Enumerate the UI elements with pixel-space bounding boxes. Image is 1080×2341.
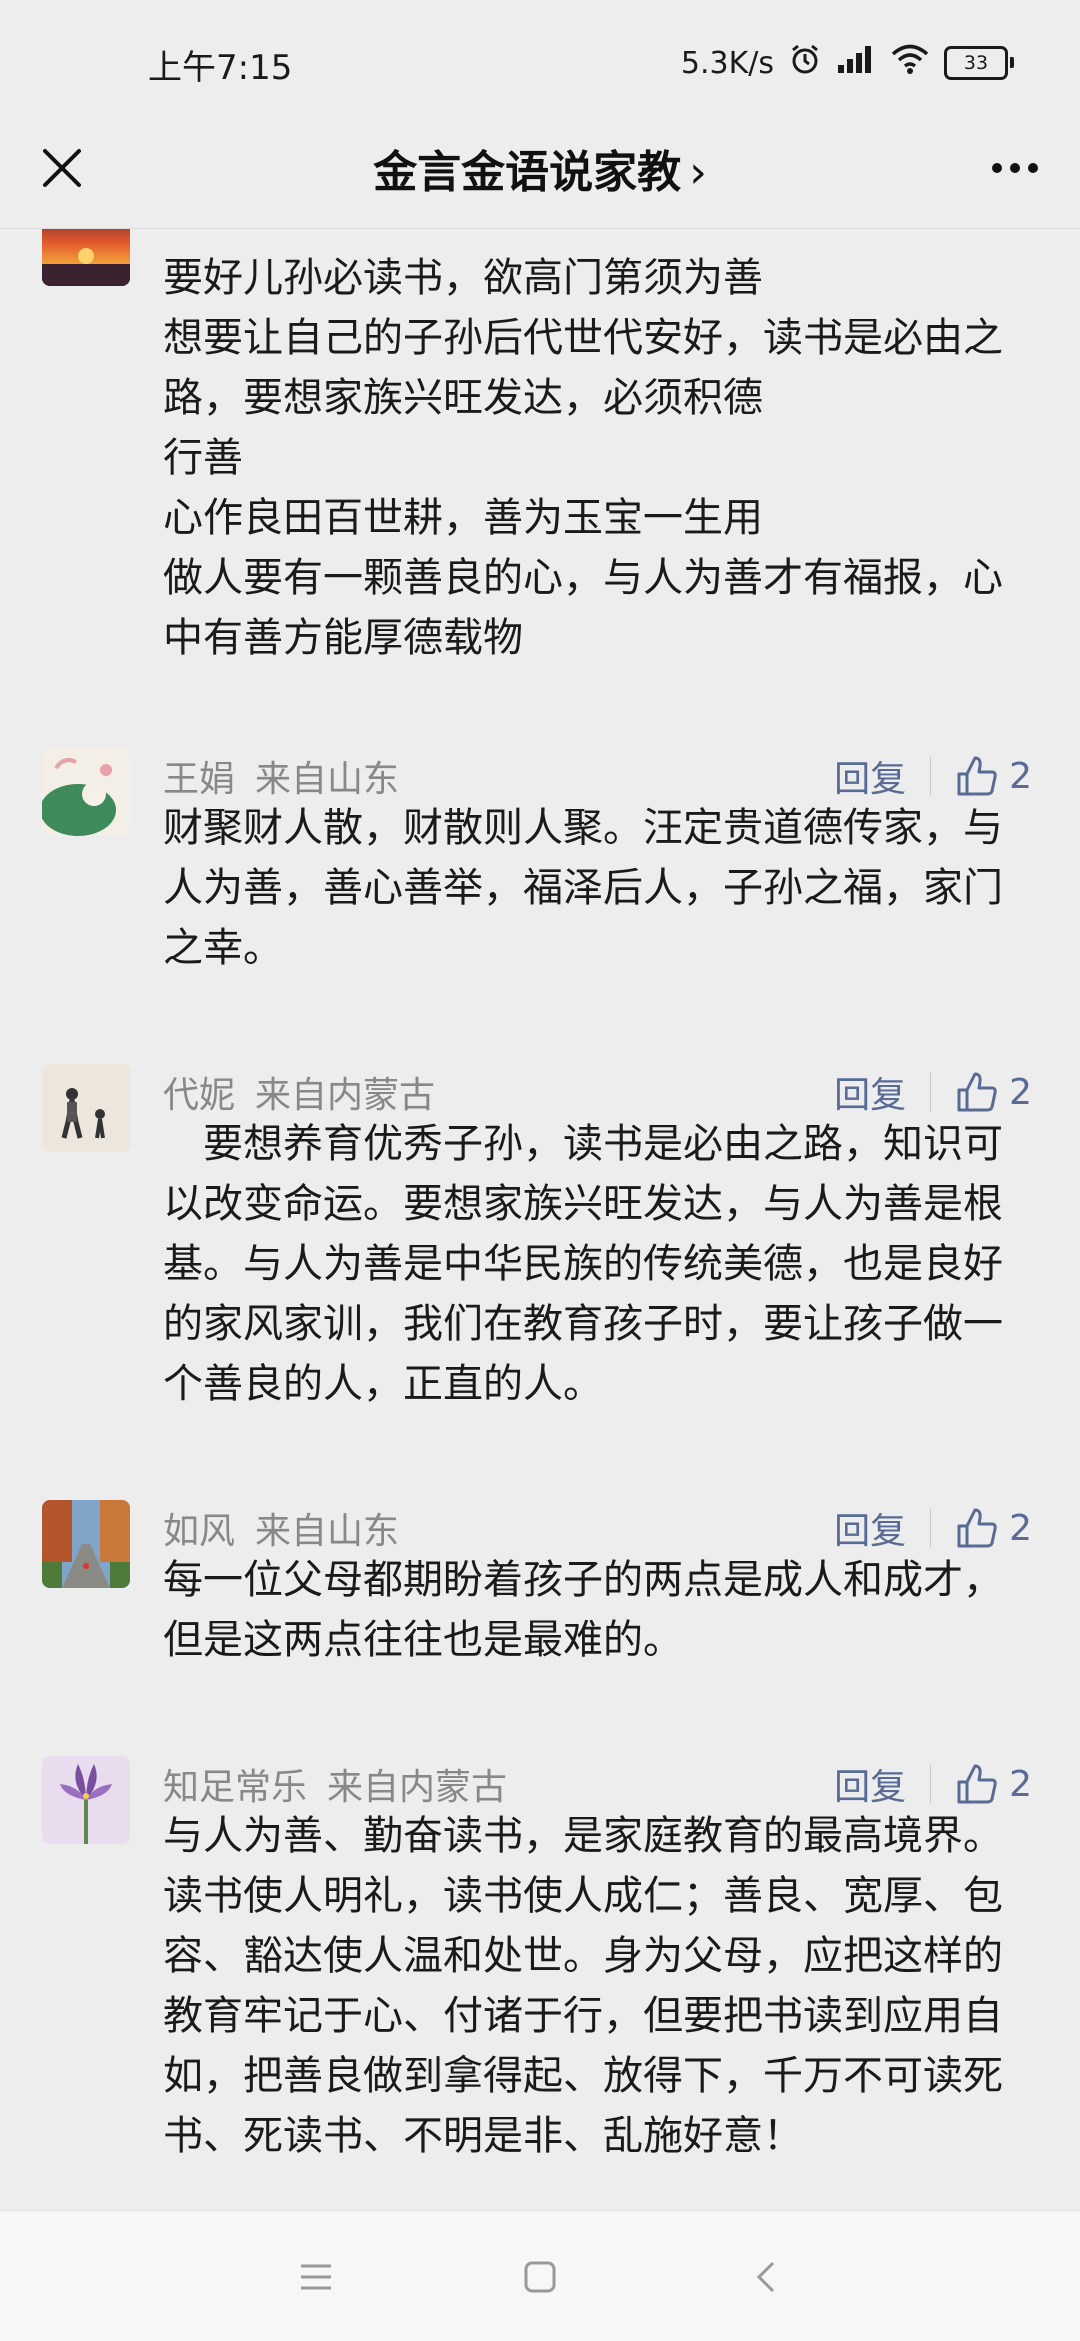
more-icon — [992, 163, 1038, 173]
network-speed: 5.3K/s — [680, 45, 774, 81]
thumbs-up-icon — [957, 1508, 997, 1548]
comment-text: 要想养育优秀子孙，读书是必由之路，知识可以改变命运。要想家族兴旺发达，与人为善是… — [163, 1121, 1003, 1407]
battery-icon: 33 — [944, 46, 1014, 80]
thumbs-up-icon — [957, 1764, 997, 1804]
reply-button[interactable]: 回复 — [834, 1066, 906, 1118]
avatar[interactable] — [42, 228, 130, 286]
more-button[interactable] — [980, 136, 1050, 200]
back-icon — [756, 2261, 775, 2293]
avatar[interactable] — [42, 1756, 130, 1844]
avatar[interactable] — [42, 1500, 130, 1588]
nav-back-button[interactable] — [736, 2247, 796, 2307]
divider — [930, 1764, 932, 1804]
battery-level: 33 — [963, 52, 989, 74]
comment-meta: 知足常乐 来自内蒙古 — [163, 1758, 507, 1810]
commenter-name[interactable]: 代妮 — [163, 1075, 235, 1116]
reply-button[interactable]: 回复 — [834, 750, 906, 802]
top-header: 金言金语说家教 › — [0, 110, 1080, 229]
page-title-text: 金言金语说家教 — [373, 147, 682, 198]
commenter-location: 来自内蒙古 — [327, 1767, 508, 1808]
commenter-location: 来自内蒙古 — [255, 1075, 436, 1116]
commenter-name[interactable]: 如风 — [163, 1511, 235, 1552]
comment-text: 财聚财人散，财散则人聚。汪定贵道德传家，与人为善，善心善举，福泽后人，子孙之福，… — [163, 805, 1003, 971]
home-icon — [524, 2261, 556, 2293]
divider — [930, 1072, 932, 1112]
like-button[interactable]: 2 — [955, 1506, 1032, 1550]
comment-meta: 代妮 来自内蒙古 — [163, 1066, 435, 1118]
signal-icon — [836, 43, 876, 83]
comment-meta: 如风 来自山东 — [163, 1502, 399, 1554]
comment-actions: 回复 2 — [834, 1066, 1032, 1118]
comment-text: 与人为善、勤奋读书，是家庭教育的最高境界。读书使人明礼，读书使人成仁；善良、宽厚… — [163, 1813, 1003, 2159]
comment-list: 要好儿孙必读书，欲高门第须为善 想要让自己的子孙后代世代安好，读书是必由之路，要… — [0, 228, 1080, 2210]
menu-icon — [301, 2264, 331, 2290]
like-count: 2 — [1009, 1763, 1032, 1805]
comment-meta: 王娟 来自山东 — [163, 750, 399, 802]
system-nav-bar — [0, 2210, 1080, 2341]
comment-actions: 回复 2 — [834, 1502, 1032, 1554]
thumbs-up-icon — [957, 1072, 997, 1112]
thumbs-up-icon — [957, 756, 997, 796]
comment-text: 每一位父母都期盼着孩子的两点是成人和成才，但是这两点往往也是最难的。 — [163, 1557, 1003, 1663]
avatar[interactable] — [42, 748, 130, 836]
like-button[interactable]: 2 — [955, 1762, 1032, 1806]
like-count: 2 — [1009, 755, 1032, 797]
commenter-location: 来自山东 — [255, 1511, 400, 1552]
chevron-right-icon: › — [689, 147, 707, 198]
commenter-location: 来自山东 — [255, 759, 400, 800]
reply-button[interactable]: 回复 — [834, 1502, 906, 1554]
like-count: 2 — [1009, 1507, 1032, 1549]
nav-home-button[interactable] — [510, 2247, 570, 2307]
divider — [930, 756, 932, 796]
status-time: 上午7:15 — [148, 48, 293, 88]
commenter-name[interactable]: 知足常乐 — [163, 1767, 307, 1808]
alarm-icon — [788, 42, 822, 84]
like-button[interactable]: 2 — [955, 1070, 1032, 1114]
like-count: 2 — [1009, 1071, 1032, 1113]
status-icons: 5.3K/s 33 — [680, 42, 1014, 84]
page-title[interactable]: 金言金语说家教 › — [0, 136, 1080, 200]
comment-actions: 回复 2 — [834, 1758, 1032, 1810]
comment-text: 要好儿孙必读书，欲高门第须为善 想要让自己的子孙后代世代安好，读书是必由之路，要… — [163, 255, 1003, 661]
avatar[interactable] — [42, 1064, 130, 1152]
like-button[interactable]: 2 — [955, 754, 1032, 798]
nav-menu-button[interactable] — [286, 2247, 346, 2307]
divider — [930, 1508, 932, 1548]
comment-actions: 回复 2 — [834, 750, 1032, 802]
commenter-name[interactable]: 王娟 — [163, 759, 235, 800]
reply-button[interactable]: 回复 — [834, 1758, 906, 1810]
wifi-icon — [890, 43, 930, 83]
